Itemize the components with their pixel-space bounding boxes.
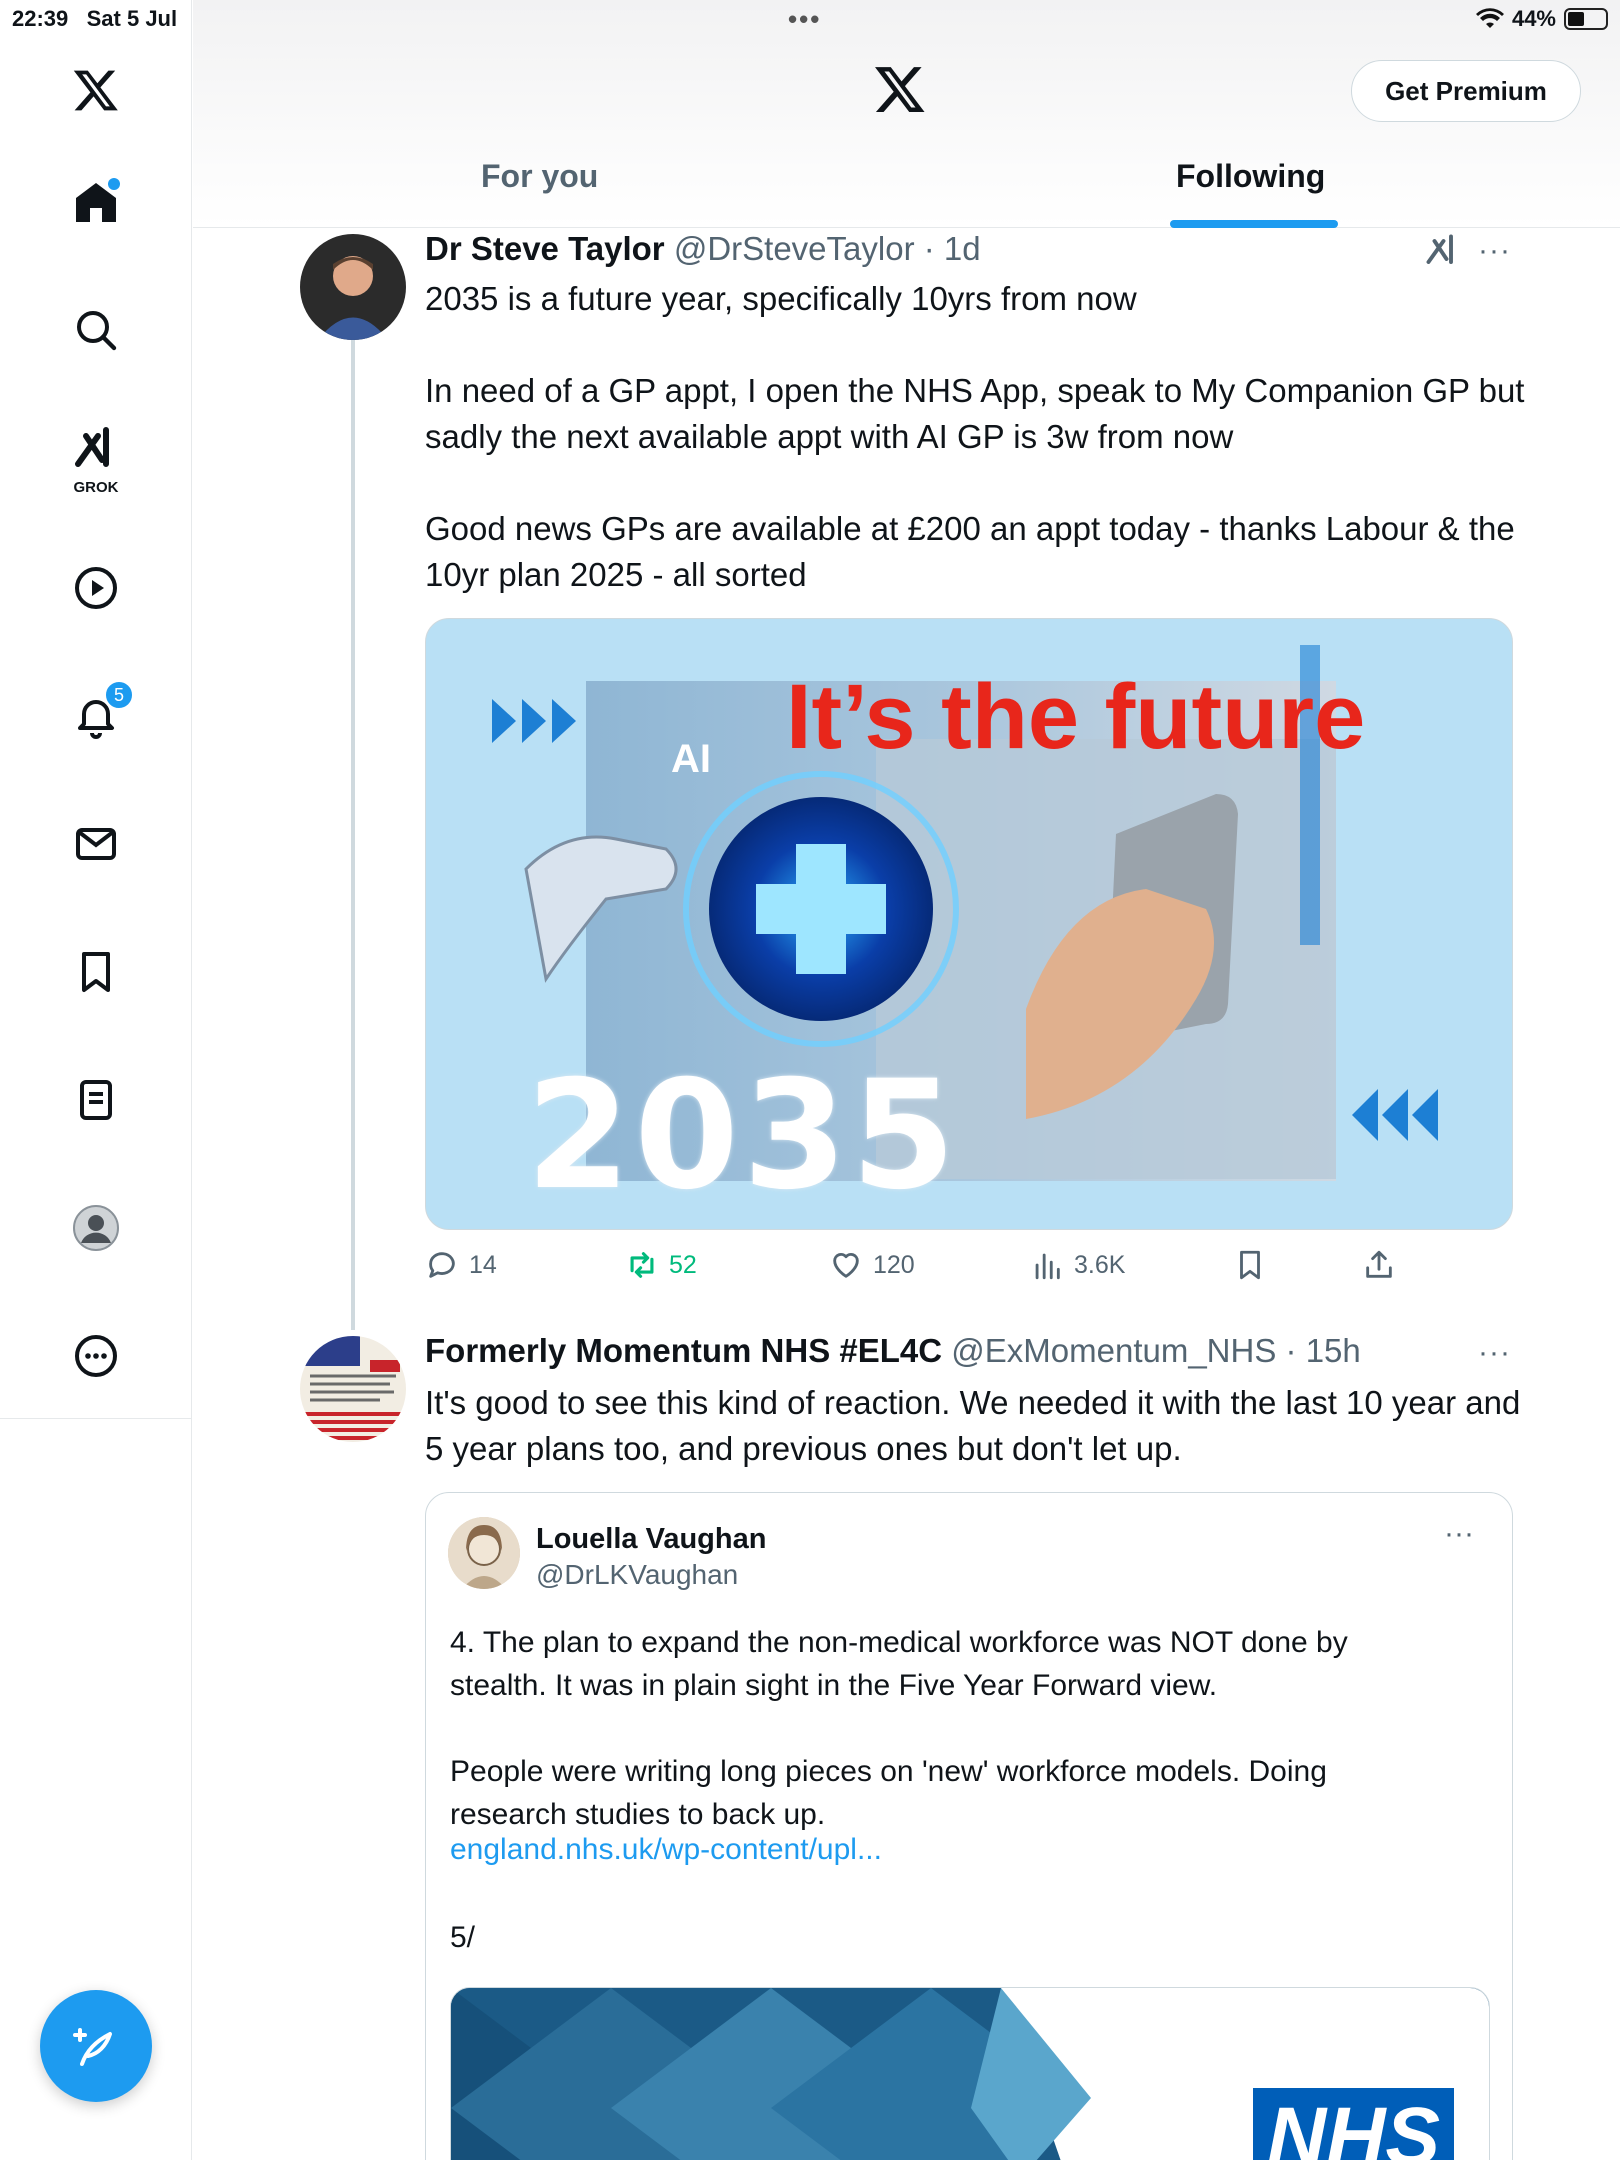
tweet-header: Formerly Momentum NHS #EL4C @ExMomentum_… — [425, 1332, 1361, 1370]
post-time: 15h — [1305, 1332, 1361, 1369]
x-header-logo-icon[interactable] — [873, 62, 927, 116]
quoted-post[interactable]: Louella Vaughan @DrLKVaughan ··· 4. The … — [425, 1492, 1513, 2160]
home-unread-dot — [108, 178, 120, 190]
repost-count: 52 — [669, 1250, 697, 1279]
like-button[interactable]: 120 — [829, 1248, 915, 1282]
quoted-link[interactable]: england.nhs.uk/wp-content/upl... — [450, 1833, 882, 1867]
author-name[interactable]: Formerly Momentum NHS #EL4C — [425, 1332, 942, 1369]
avatar[interactable] — [300, 1336, 406, 1442]
lists-icon[interactable] — [56, 1060, 136, 1140]
repost-button[interactable]: 52 — [625, 1248, 697, 1282]
x-logo-icon[interactable] — [56, 50, 136, 130]
notifications-badge: 5 — [104, 680, 134, 710]
more-options-icon[interactable] — [56, 1316, 136, 1396]
post-more-icon[interactable]: ··· — [1478, 234, 1511, 268]
share-icon — [1366, 1250, 1392, 1278]
home-icon[interactable] — [56, 162, 136, 242]
messages-icon[interactable] — [56, 804, 136, 884]
battery-icon — [1564, 8, 1608, 30]
status-time: 22:39 Sat 5 Jul — [12, 6, 178, 31]
tweet-actions: 14 52 120 3.6K — [425, 1248, 1425, 1288]
post-time: 1d — [943, 230, 981, 267]
quoted-author-name[interactable]: Louella Vaughan — [536, 1523, 766, 1556]
thread-line — [351, 340, 355, 1330]
quoted-avatar[interactable] — [448, 1517, 520, 1589]
heart-icon — [833, 1253, 859, 1278]
author-name[interactable]: Dr Steve Taylor — [425, 230, 665, 267]
bookmark-button[interactable] — [1233, 1248, 1267, 1282]
bookmarks-icon[interactable] — [56, 932, 136, 1012]
tweet-header: Dr Steve Taylor @DrSteveTaylor · 1d — [425, 230, 981, 268]
views-button[interactable]: 3.6K — [1030, 1248, 1125, 1282]
grok-icon[interactable]: GROK — [56, 418, 136, 498]
compose-post-button[interactable] — [40, 1990, 152, 2102]
quoted-more-icon[interactable]: ··· — [1444, 1517, 1474, 1551]
battery-percent: 44% — [1511, 6, 1556, 31]
reply-icon — [429, 1252, 455, 1278]
nhs-logo: NHS — [1253, 2088, 1455, 2160]
grok-label: GROK — [73, 479, 119, 496]
reply-count: 14 — [469, 1250, 497, 1279]
tweet-image[interactable]: It’s the future AI 2035 — [425, 618, 1513, 1230]
get-premium-button[interactable]: Get Premium — [1351, 60, 1581, 122]
avatar[interactable] — [300, 234, 406, 340]
multitasking-dots[interactable]: ••• — [788, 4, 821, 35]
tweet-text: It's good to see this kind of reaction. … — [425, 1384, 1521, 1467]
sidebar: GROK 5 — [0, 0, 192, 2160]
active-tab-indicator — [1170, 220, 1338, 228]
tab-for-you[interactable]: For you — [481, 158, 598, 195]
tab-following[interactable]: Following — [1176, 158, 1325, 195]
repost-icon — [630, 1252, 654, 1278]
post-more-icon[interactable]: ··· — [1478, 1336, 1511, 1370]
separator-dot: · — [1276, 1332, 1306, 1369]
image-headline: It’s the future — [786, 666, 1366, 768]
quoted-text: 4. The plan to expand the non-medical wo… — [450, 1626, 1348, 1831]
views-count: 3.6K — [1074, 1250, 1126, 1279]
separator-dot: · — [914, 230, 944, 267]
avatar-photo — [300, 234, 406, 340]
image-year: 2035 — [526, 1049, 960, 1223]
battery-fill — [1568, 12, 1584, 26]
quoted-image[interactable]: NHS — [450, 1987, 1490, 2160]
quoted-avatar-sketch — [448, 1517, 520, 1589]
quoted-thread-counter: 5/ — [450, 1921, 476, 1954]
like-count: 120 — [873, 1250, 915, 1279]
reply-button[interactable]: 14 — [425, 1248, 497, 1282]
views-chart-icon — [1035, 1253, 1060, 1280]
status-right: 44% — [1475, 6, 1608, 32]
avatar-newspaper-image — [300, 1336, 406, 1442]
author-handle[interactable]: @DrSteveTaylor — [674, 230, 915, 267]
wifi-icon — [1475, 8, 1504, 28]
profile-icon[interactable] — [56, 1188, 136, 1268]
tweet-text: 2035 is a future year, specifically 10yr… — [425, 280, 1525, 593]
notifications-bell-icon[interactable]: 5 — [56, 676, 136, 756]
status-bar: 22:39 Sat 5 Jul ••• 44% — [0, 0, 1620, 40]
quoted-author-handle[interactable]: @DrLKVaughan — [536, 1559, 738, 1591]
share-button[interactable] — [1362, 1248, 1396, 1282]
bookmark-icon — [1240, 1250, 1260, 1280]
sidebar-divider — [0, 1418, 192, 1419]
search-icon[interactable] — [56, 290, 136, 370]
image-ai-label: AI — [671, 737, 711, 781]
video-icon[interactable] — [56, 548, 136, 628]
compose-feather-icon — [73, 2028, 112, 2066]
author-handle[interactable]: @ExMomentum_NHS — [951, 1332, 1276, 1369]
grok-explain-icon[interactable] — [1424, 232, 1460, 268]
